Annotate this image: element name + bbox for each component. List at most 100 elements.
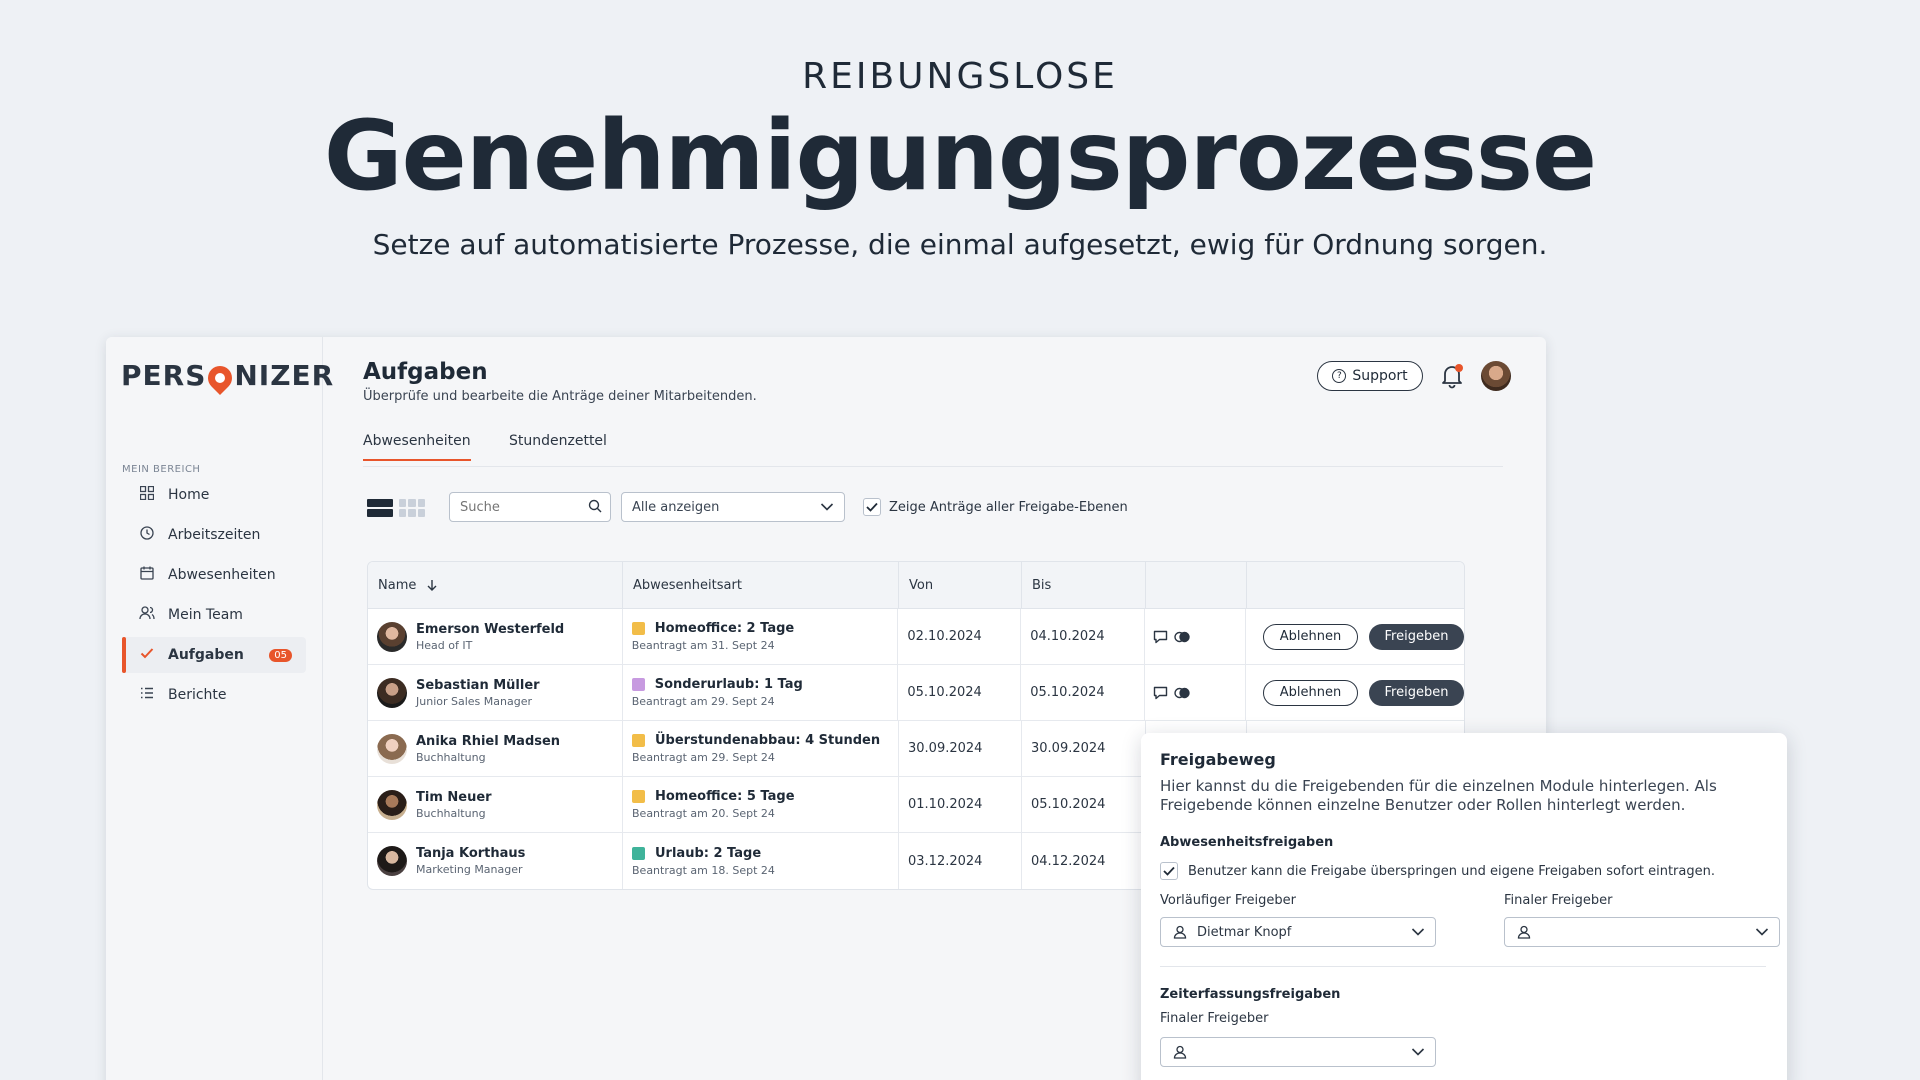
sidebar-item-berichte[interactable]: Berichte xyxy=(122,677,306,713)
hero-subtitle: Setze auf automatisierte Prozesse, die e… xyxy=(372,228,1548,261)
absence-type: Homeoffice: 2 Tage xyxy=(654,621,795,636)
logo-text-right: NIZER xyxy=(234,359,335,392)
user-icon xyxy=(1517,925,1531,939)
popup-description: Hier kannst du die Freigebenden für die … xyxy=(1160,777,1717,814)
from-date: 30.09.2024 xyxy=(899,721,1022,776)
help-icon: ? xyxy=(1332,369,1347,383)
absence-block: Überstundenabbau: 4 Stunden Beantragt am … xyxy=(632,733,880,764)
tab-stundenzettel[interactable]: Stundenzettel xyxy=(509,433,607,459)
view-toggle xyxy=(367,499,425,517)
table-row[interactable]: Sebastian Müller Junior Sales Manager Sond… xyxy=(368,665,1464,721)
toggle-icon[interactable] xyxy=(1174,630,1190,644)
employee-role: Buchhaltung xyxy=(416,750,486,764)
user-icon xyxy=(1173,925,1187,939)
employee-name[interactable]: Emerson Westerfeld xyxy=(416,622,564,637)
all-levels-checkbox-row: Zeige Anträge aller Freigabe-Ebenen xyxy=(863,498,1128,516)
comment-icon[interactable] xyxy=(1153,630,1168,644)
hero-eyebrow: REIBUNGSLOSE xyxy=(802,56,1118,97)
sidebar-item-abwesenheiten[interactable]: Abwesenheiten xyxy=(122,557,306,593)
comment-icon[interactable] xyxy=(1153,686,1168,700)
sidebar-item-aufgaben[interactable]: Aufgaben 05 xyxy=(122,637,306,673)
to-date: 04.10.2024 xyxy=(1021,609,1146,664)
requested-date: Beantragt am 18. Sept 24 xyxy=(632,863,775,877)
employee-name[interactable]: Tim Neuer xyxy=(416,790,492,805)
sidebar-item-mein-team[interactable]: Mein Team xyxy=(122,597,306,633)
sidebar-item-arbeitszeiten[interactable]: Arbeitszeiten xyxy=(122,517,306,553)
employee-role: Buchhaltung xyxy=(416,806,486,820)
column-header-actions xyxy=(1247,562,1464,608)
from-date: 02.10.2024 xyxy=(898,609,1022,664)
sidebar-item-label: Aufgaben xyxy=(168,647,244,663)
search-icon[interactable] xyxy=(588,499,602,513)
name-block: Emerson Westerfeld Head of IT xyxy=(416,622,564,652)
check-icon xyxy=(138,646,156,664)
skip-approval-label: Benutzer kann die Freigabe überspringen … xyxy=(1188,863,1715,879)
table-header: Name Abwesenheitsart Von Bis xyxy=(368,562,1464,609)
table-row[interactable]: Emerson Westerfeld Head of IT Homeoffice: … xyxy=(368,609,1464,665)
chevron-down-icon xyxy=(1755,928,1769,936)
absence-approvals-heading: Abwesenheitsfreigaben xyxy=(1160,835,1334,850)
page-subtitle: Überprüfe und bearbeite die Anträge dein… xyxy=(363,389,757,404)
sidebar-item-label: Abwesenheiten xyxy=(168,567,276,583)
to-date: 05.10.2024 xyxy=(1021,665,1146,720)
absence-block: Sonderurlaub: 1 Tag Beantragt am 29. Sept… xyxy=(631,677,803,708)
absence-type-line: Homeoffice: 5 Tage xyxy=(632,789,795,804)
prelim-approver-value: Dietmar Knopf xyxy=(1197,924,1292,940)
page-title: Aufgaben xyxy=(363,359,488,385)
logo: PERS NIZER xyxy=(121,359,335,395)
employee-name[interactable]: Anika Rhiel Madsen xyxy=(416,734,560,749)
from-date: 03.12.2024 xyxy=(899,833,1022,889)
time-approvals-heading: Zeiterfassungsfreigaben xyxy=(1160,987,1341,1002)
toolbar: Alle anzeigen Zeige Anträge aller Freiga… xyxy=(363,492,1503,524)
absence-type-line: Sonderurlaub: 1 Tag xyxy=(631,677,803,692)
name-block: Tanja Korthaus Marketing Manager xyxy=(416,846,525,876)
prelim-approver-select[interactable]: Dietmar Knopf xyxy=(1160,917,1436,947)
reject-button[interactable]: Ablehnen xyxy=(1262,623,1358,650)
grid-view-icon[interactable] xyxy=(399,499,425,517)
name-cell: Emerson Westerfeld Head of IT xyxy=(368,609,623,664)
absence-type-line: Urlaub: 2 Tage xyxy=(632,846,775,861)
name-block: Sebastian Müller Junior Sales Manager xyxy=(416,678,540,708)
absence-color-swatch xyxy=(632,734,645,747)
absence-type-cell: Homeoffice: 2 Tage Beantragt am 31. Sept … xyxy=(623,609,899,664)
all-levels-checkbox-label: Zeige Anträge aller Freigabe-Ebenen xyxy=(889,499,1128,515)
support-button[interactable]: ? Support xyxy=(1317,361,1423,391)
skip-approval-checkbox[interactable] xyxy=(1160,862,1178,880)
approve-button[interactable]: Freigeben xyxy=(1368,679,1464,706)
column-header-to: Bis xyxy=(1022,562,1146,608)
sidebar-item-home[interactable]: Home xyxy=(122,477,306,513)
filter-select-value: Alle anzeigen xyxy=(632,499,720,515)
sidebar-section-label: MEIN BEREICH xyxy=(122,464,201,475)
name-cell: Tim Neuer Buchhaltung xyxy=(368,777,623,832)
absence-type-cell: Urlaub: 2 Tage Beantragt am 18. Sept 24 xyxy=(623,833,899,889)
tab-abwesenheiten[interactable]: Abwesenheiten xyxy=(363,433,471,461)
employee-name[interactable]: Sebastian Müller xyxy=(416,678,540,693)
column-header-icons xyxy=(1146,562,1247,608)
icons-cell xyxy=(1145,609,1246,664)
employee-avatar xyxy=(377,621,407,652)
from-date: 01.10.2024 xyxy=(899,777,1022,832)
employee-role: Head of IT xyxy=(416,638,473,652)
final-approver-select[interactable] xyxy=(1504,917,1780,947)
search-input[interactable] xyxy=(449,492,611,522)
list-view-icon[interactable] xyxy=(367,499,393,517)
grid-icon xyxy=(138,485,156,504)
approve-button[interactable]: Freigeben xyxy=(1368,623,1464,650)
employee-name[interactable]: Tanja Korthaus xyxy=(416,846,525,861)
support-label: Support xyxy=(1352,368,1408,384)
location-pin-icon xyxy=(203,360,238,395)
absence-type: Urlaub: 2 Tage xyxy=(655,845,762,861)
sidebar-item-label: Arbeitszeiten xyxy=(168,527,261,543)
time-final-approver-select[interactable] xyxy=(1160,1037,1436,1067)
bell-icon[interactable] xyxy=(1439,362,1465,390)
column-header-name[interactable]: Name xyxy=(368,562,623,608)
sidebar: PERS NIZER MEIN BEREICH Home Arbeitszeit… xyxy=(106,337,333,1080)
filter-select[interactable]: Alle anzeigen xyxy=(621,492,845,522)
skip-approval-row: Benutzer kann die Freigabe überspringen … xyxy=(1160,862,1715,880)
user-avatar[interactable] xyxy=(1481,361,1511,391)
absence-type-cell: Überstundenabbau: 4 Stunden Beantragt am … xyxy=(623,721,899,776)
toggle-icon[interactable] xyxy=(1174,686,1190,700)
employee-avatar xyxy=(377,677,407,708)
reject-button[interactable]: Ablehnen xyxy=(1262,679,1358,706)
all-levels-checkbox[interactable] xyxy=(863,498,881,516)
